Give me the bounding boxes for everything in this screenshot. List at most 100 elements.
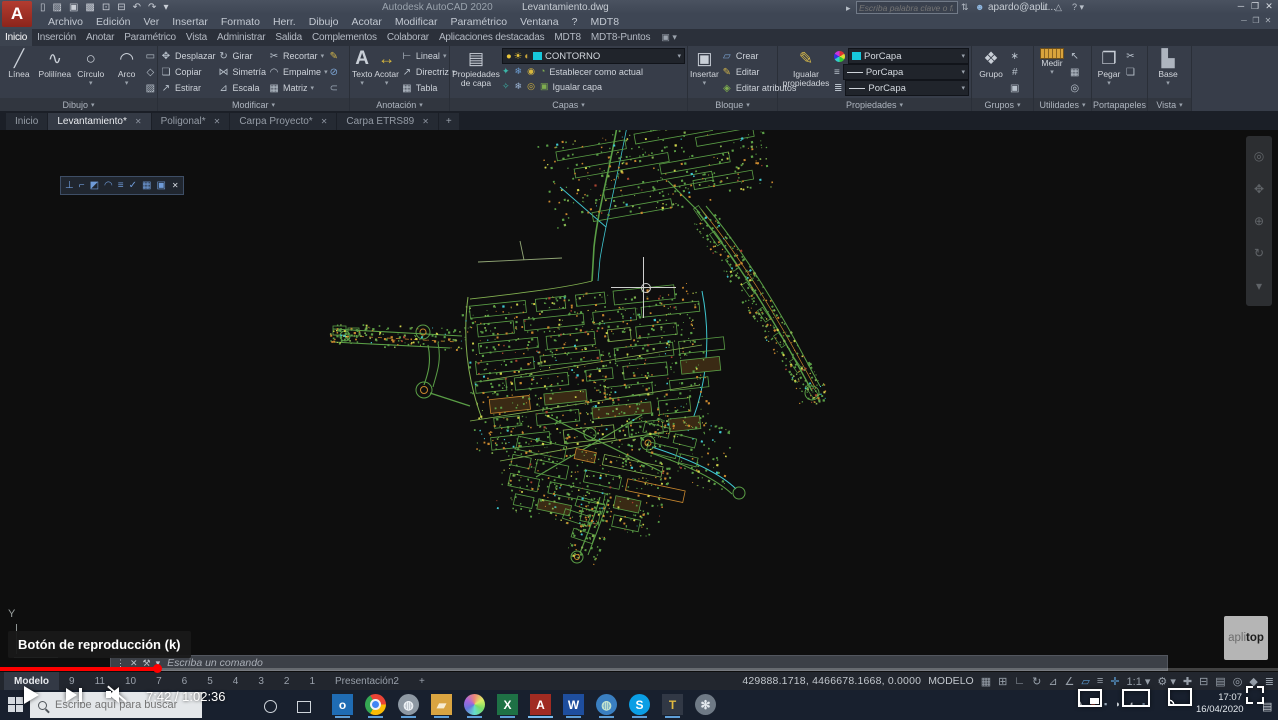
skype-icon[interactable]: S: [629, 694, 650, 715]
close-icon[interactable]: ✕: [135, 117, 142, 126]
quick-calc-icon[interactable]: ▦: [1070, 65, 1079, 80]
panel-label-capas[interactable]: Capas▾: [450, 98, 687, 111]
panel-label-vista[interactable]: Vista▾: [1148, 98, 1191, 111]
ribbon-tab-aplicaciones[interactable]: Aplicaciones destacadas: [434, 29, 549, 46]
mirror-button[interactable]: ⋈Simetría: [218, 64, 267, 80]
save-as-icon[interactable]: ▩: [85, 2, 94, 13]
dynamic-input-icon[interactable]: ✛: [1110, 675, 1119, 688]
set-current-layer-button[interactable]: Establecer como actual: [549, 67, 643, 77]
arc-button[interactable]: ◠Arco▾: [110, 48, 144, 87]
google-earth-icon[interactable]: ◍: [596, 694, 617, 715]
mdt-app-icon[interactable]: T: [662, 694, 683, 715]
menu-item[interactable]: Herr.: [273, 16, 296, 28]
menu-item[interactable]: Acotar: [351, 16, 381, 28]
ribbon-display-toggle-icon[interactable]: ▣ ▾: [655, 29, 683, 46]
ellipse-tool-icon[interactable]: ◇: [146, 65, 155, 80]
navwheel-icon[interactable]: ◎: [1254, 149, 1264, 163]
ribbon-tab-salida[interactable]: Salida: [270, 29, 307, 46]
layer-properties-button[interactable]: ▤Propiedades de capa: [452, 48, 500, 89]
polar-tracking-icon[interactable]: ↻: [1032, 675, 1041, 688]
ribbon-tab-vista[interactable]: Vista: [181, 29, 212, 46]
quick-select-icon[interactable]: ↖: [1070, 49, 1079, 64]
layer-thaw-icon[interactable]: ❄: [515, 81, 523, 92]
layer-selector[interactable]: ●☀◐ CONTORNO ▾: [502, 48, 685, 64]
id-point-icon[interactable]: ◎: [1070, 81, 1079, 96]
plot-icon[interactable]: ⊡: [102, 2, 110, 13]
leader-button[interactable]: ↗Directriz▾: [401, 64, 456, 80]
trim-button[interactable]: ✂Recortar▾: [268, 48, 328, 64]
tray-app2-icon[interactable]: ▪: [1104, 699, 1107, 709]
taskbar-clock[interactable]: 17:0716/04/2020: [1196, 692, 1242, 717]
ungroup-icon[interactable]: ∗: [1010, 49, 1019, 64]
annotation-monitor-icon[interactable]: ✚: [1183, 675, 1192, 688]
model-space-toggle[interactable]: MODELO: [928, 675, 974, 687]
orbit-icon[interactable]: ↻: [1254, 246, 1264, 260]
coordinates-readout[interactable]: 429888.1718, 4466678.1668, 0.0000: [742, 675, 921, 687]
ribbon-tab-administrar[interactable]: Administrar: [212, 29, 270, 46]
restore-button[interactable]: ❐: [1248, 1, 1262, 12]
explode-icon[interactable]: ⊘: [330, 65, 338, 80]
layout-tab-3[interactable]: 3: [248, 672, 274, 690]
file-tab-levantamiento[interactable]: Levantamiento*✕: [48, 113, 150, 130]
cut-icon[interactable]: ✂: [1126, 49, 1135, 64]
group-select-icon[interactable]: ▣: [1010, 81, 1019, 96]
mdt-tool-icon-8[interactable]: ▣: [156, 180, 165, 191]
help-icon[interactable]: ? ▾: [1072, 2, 1084, 13]
open-file-icon[interactable]: ▨: [53, 2, 62, 13]
group-edit-icon[interactable]: #: [1010, 65, 1019, 80]
fullscreen-button[interactable]: [1246, 686, 1264, 704]
layer-off-icon[interactable]: ✧: [502, 81, 510, 92]
panel-label-grupos[interactable]: Grupos▾: [972, 98, 1033, 111]
new-layout-button[interactable]: +: [409, 672, 435, 690]
file-explorer-icon[interactable]: ▰: [431, 694, 452, 715]
windows-start-button[interactable]: [8, 697, 23, 712]
alert-icon[interactable]: △: [1055, 2, 1062, 13]
menu-item[interactable]: Archivo: [48, 16, 83, 28]
zoom-icon[interactable]: ⊕: [1254, 214, 1264, 228]
layer-isolate-icon[interactable]: ◉: [527, 66, 535, 77]
ribbon-tab-mdt8[interactable]: MDT8: [549, 29, 585, 46]
stretch-button[interactable]: ↗Estirar: [160, 80, 216, 96]
navbar-more-icon[interactable]: ▾: [1256, 279, 1262, 293]
ribbon-tab-parametrico[interactable]: Paramétrico: [119, 29, 181, 46]
mdt-tool-icon-2[interactable]: ⌐: [79, 180, 85, 191]
line-button[interactable]: ╱Línea: [2, 48, 36, 79]
base-view-button[interactable]: ▙Base▾: [1150, 48, 1186, 87]
mdt-tool-icon-7[interactable]: ▦: [142, 180, 151, 191]
menu-item[interactable]: MDT8: [590, 16, 619, 28]
ortho-icon[interactable]: ∟: [1014, 675, 1025, 687]
menu-item[interactable]: Ventana: [520, 16, 559, 28]
layout-tab-5[interactable]: 5: [197, 672, 223, 690]
rectangle-tool-icon[interactable]: ▭: [146, 49, 155, 64]
doc-close-button[interactable]: ✕: [1262, 16, 1274, 25]
panel-label-utilidades[interactable]: Utilidades▾: [1034, 98, 1091, 111]
dimension-button[interactable]: ↔Acotar▾: [374, 48, 399, 87]
autocad-app-button[interactable]: A: [2, 1, 32, 27]
text-button[interactable]: ATexto▾: [352, 48, 372, 87]
layer-color-icon[interactable]: ◔: [540, 66, 545, 77]
settings-app-icon[interactable]: ✻: [695, 694, 716, 715]
video-progress-track[interactable]: [0, 668, 1278, 671]
redo-icon[interactable]: ↷: [148, 2, 156, 13]
group-button[interactable]: ❖Grupo: [974, 48, 1008, 79]
mdt-tool-icon-1[interactable]: ⊥: [65, 180, 74, 191]
ribbon-tab-complementos[interactable]: Complementos: [307, 29, 382, 46]
quick-properties-icon[interactable]: ▤: [1215, 675, 1225, 688]
ribbon-tab-insercion[interactable]: Inserción: [32, 29, 81, 46]
table-button[interactable]: ▦Tabla: [401, 80, 456, 96]
search-collapse-icon[interactable]: ▸: [846, 3, 851, 14]
file-tab-carpa-proyecto[interactable]: Carpa Proyecto*✕: [230, 113, 336, 130]
menu-item[interactable]: Insertar: [172, 16, 208, 28]
close-icon[interactable]: ✕: [214, 117, 221, 126]
mdt-tool-icon-4[interactable]: ◠: [104, 180, 113, 191]
copy-button[interactable]: ❏Copiar: [160, 64, 216, 80]
color-wheel-app-icon[interactable]: [464, 694, 485, 715]
match-layer-button[interactable]: Igualar capa: [552, 82, 602, 92]
cast-button[interactable]: [1168, 688, 1192, 706]
mute-icon[interactable]: [106, 687, 128, 702]
snap-icon[interactable]: ⊞: [998, 675, 1007, 688]
panel-label-portapapeles[interactable]: Portapapeles: [1092, 98, 1147, 111]
clean-screen-icon[interactable]: ≣: [1265, 675, 1274, 688]
excel-icon[interactable]: X: [497, 694, 518, 715]
layer-unlock-icon[interactable]: ◎: [527, 81, 535, 92]
